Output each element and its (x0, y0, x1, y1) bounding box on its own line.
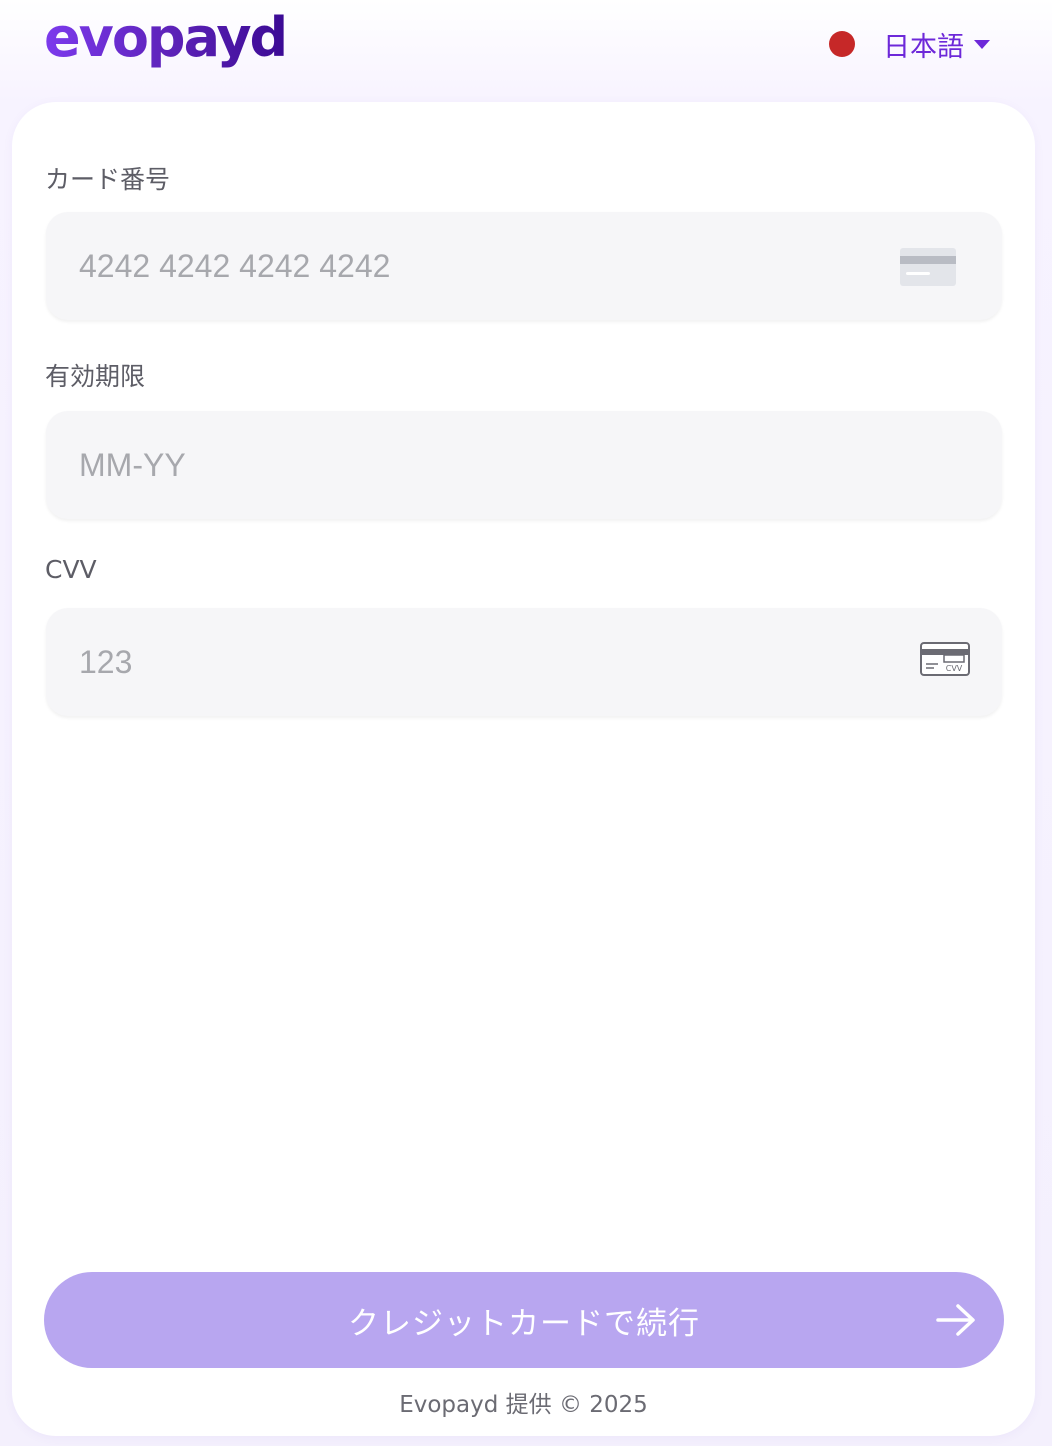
card-number-input[interactable] (46, 212, 1002, 320)
credit-card-icon (900, 248, 956, 286)
card-number-label: カード番号 (45, 165, 171, 194)
expiry-field (46, 411, 1002, 519)
payment-card-form: カード番号 有効期限 CVV CVV クレジットカードで続行 Evopayd 提… (12, 102, 1035, 1436)
caret-down-icon (974, 39, 990, 49)
expiry-input[interactable] (46, 411, 1002, 519)
cvv-label: CVV (45, 555, 97, 584)
footer-credit: Evopayd 提供 © 2025 (399, 1392, 648, 1418)
arrow-right-icon (936, 1304, 975, 1336)
continue-button-label: クレジットカードで続行 (348, 1305, 700, 1342)
continue-with-card-button[interactable]: クレジットカードで続行 (44, 1272, 1004, 1368)
brand-logo: evopayd (44, 6, 288, 69)
cvv-icon-text: CVV (946, 664, 963, 673)
cvv-card-icon: CVV (920, 642, 970, 676)
page-header: evopayd 日本語 (0, 0, 1052, 96)
cvv-input[interactable] (46, 608, 1002, 716)
card-number-field (46, 212, 1002, 320)
expiry-label: 有効期限 (45, 362, 146, 391)
japan-flag-icon (829, 31, 855, 57)
language-selector[interactable]: 日本語 (829, 24, 990, 64)
language-label: 日本語 (883, 31, 964, 63)
cvv-field: CVV (46, 608, 1002, 716)
